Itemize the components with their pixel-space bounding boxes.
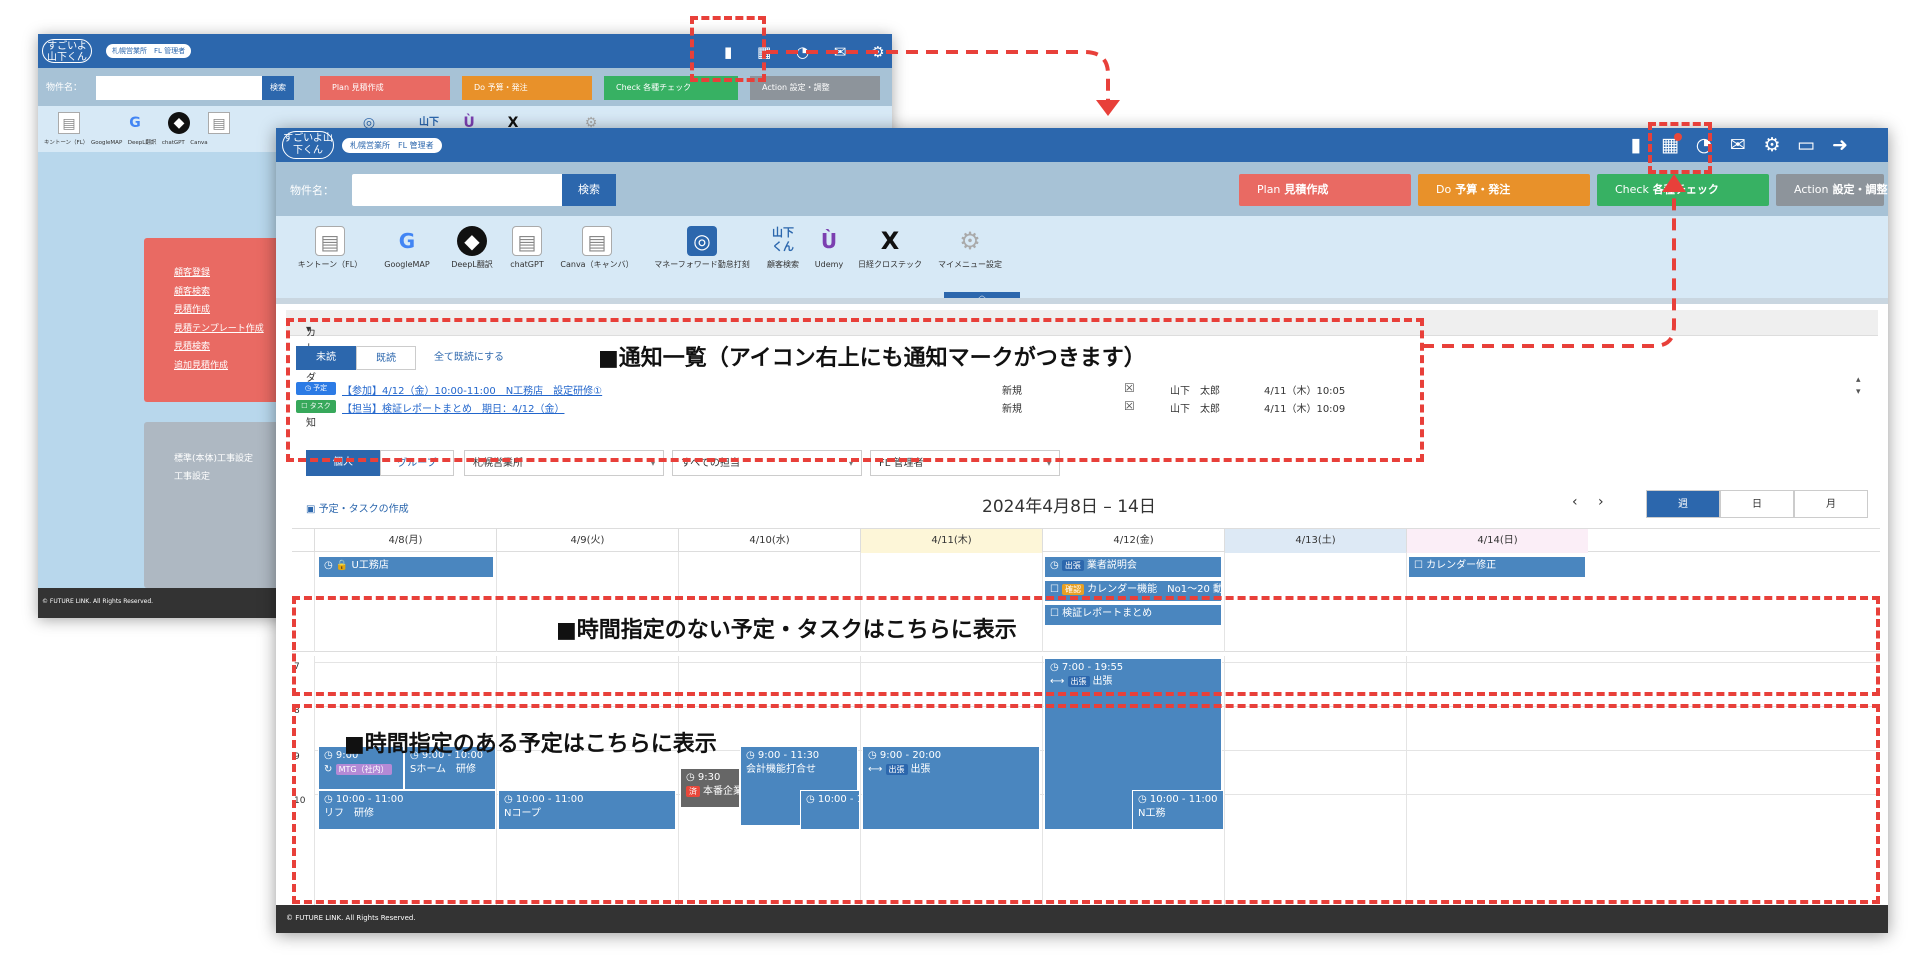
create-event-link[interactable]: ▣ 予定・タスクの作成 (306, 500, 409, 515)
chatgpt-icon: ▤ (512, 226, 542, 256)
tool-xtech[interactable]: X 日経クロステック (852, 226, 928, 270)
app-logo[interactable]: すごいよ山下くん (282, 131, 334, 159)
back-copyright: © FUTURE LINK. All Rights Reserved. (42, 598, 154, 605)
back-search-label: 物件名： (46, 83, 83, 93)
moneyforward-icon: ◎ (687, 226, 717, 256)
date-range-title: 2024年4月8日 – 14日 (982, 497, 1156, 517)
day-header-row: 4/8(月) 4/9(火) 4/10(水) 4/11(木) 4/12(金) 4/… (292, 528, 1880, 553)
all-day-highlight (292, 596, 1880, 696)
day-header[interactable]: 4/12(金) (1042, 529, 1224, 553)
megaphone-icon[interactable]: ✉ (1726, 133, 1750, 157)
day-header[interactable]: 4/9(火) (496, 529, 678, 553)
notification-scrollbar[interactable]: ▴ ▾ (1856, 374, 1861, 398)
tool-label: マネーフォワード勤怠打刻 (654, 260, 750, 269)
calendar-task[interactable]: ☐ カレンダー修正 (1408, 556, 1586, 578)
tool-kintone[interactable]: ▤ キントーン（FL） (290, 226, 370, 270)
back-plan-button[interactable]: Plan 見積作成 (320, 76, 450, 100)
clock-icon: ◷ (1050, 560, 1059, 571)
view-month-button[interactable]: 月 (1794, 490, 1868, 518)
view-week-button[interactable]: 週 (1646, 490, 1720, 518)
search-button[interactable]: 検索 (562, 174, 616, 206)
notice-annotation: ■通知一覧（アイコン右上にも通知マークがつきます） (598, 346, 1146, 371)
tool-label: Canva（キャンバ） (560, 260, 634, 269)
tool-chatgpt[interactable]: ▤ chatGPT (502, 226, 552, 270)
plan-button[interactable]: Plan 見積作成 (1239, 174, 1411, 206)
prev-week-button[interactable]: ‹ (1572, 494, 1578, 510)
xtech-icon: X (880, 227, 900, 255)
task-icon: ☐ (1050, 584, 1059, 595)
action-button[interactable]: Action 設定・調整 (1776, 174, 1887, 206)
tool-moneyforward[interactable]: ◎ マネーフォワード勤怠打刻 (644, 226, 760, 270)
tool-googlemap[interactable]: G GoogleMAP (372, 226, 442, 270)
tool-udemy[interactable]: Ù Udemy (806, 226, 852, 270)
calendar-event[interactable]: ◷ 出張 業者説明会 (1044, 556, 1222, 578)
next-week-button[interactable]: › (1598, 494, 1604, 510)
back-chatgpt-icon[interactable]: ▤ (208, 112, 230, 134)
tool-canva[interactable]: ▤ Canva（キャンバ） (552, 226, 642, 270)
tool-label: chatGPT (510, 260, 544, 269)
tool-label: Udemy (814, 260, 844, 269)
day-header[interactable]: 4/8(月) (314, 529, 496, 553)
back-search-input[interactable] (96, 76, 262, 100)
back-search-button[interactable]: 検索 (262, 76, 294, 100)
back-deepl-icon[interactable]: ◆ (168, 112, 190, 134)
google-icon: G (398, 229, 416, 253)
back-user-badge: 札幌営業所 FL 管理者 (106, 44, 192, 58)
back-app-logo[interactable]: すごいよ山下くん (42, 39, 92, 63)
tool-label: 顧客検索 (767, 260, 799, 269)
arrow-connector-right (1422, 174, 1686, 348)
tool-customer-search[interactable]: 山下 くん 顧客検索 (760, 226, 806, 270)
app-header: すごいよ山下くん 札幌営業所 FL 管理者 ▮ ▦ ◔ ✉ ⚙ ▭ ➜ (276, 128, 1888, 162)
search-label: 物件名： (290, 184, 334, 197)
logout-icon[interactable]: ➜ (1828, 133, 1852, 157)
lock-icon: ◷ 🔒 (324, 560, 349, 571)
calendar-plus-icon: ▣ (306, 504, 316, 515)
tool-label: GoogleMAP (384, 260, 430, 269)
user-badge: 札幌営業所 FL 管理者 (342, 138, 442, 153)
back-google-icon[interactable]: G (124, 112, 146, 134)
kintone-icon: ▤ (315, 226, 345, 256)
customer-search-icon: 山下 くん (772, 226, 794, 253)
copyright: © FUTURE LINK. All Rights Reserved. (286, 914, 416, 922)
deepl-icon: ◆ (457, 226, 487, 256)
back-kintone-icon[interactable]: ▤ (58, 112, 80, 134)
search-input[interactable] (352, 174, 562, 206)
task-icon: ☐ (1414, 560, 1423, 571)
calendar-event[interactable]: ◷ 🔒 U工務店 (318, 556, 494, 578)
tool-label: マイメニュー設定 (938, 260, 1002, 269)
allday-annotation: ■時間指定のない予定・タスクはこちらに表示 (556, 618, 1017, 643)
tool-mymenu[interactable]: ⚙ マイメニュー設定 (928, 226, 1012, 270)
day-header-sunday[interactable]: 4/14(日) (1406, 529, 1588, 553)
document-icon[interactable]: ▮ (1624, 133, 1648, 157)
day-header-today[interactable]: 4/11(木) (860, 529, 1042, 553)
gear-icon: ⚙ (959, 227, 981, 255)
day-header[interactable]: 4/10(水) (678, 529, 860, 553)
back-tool-labels: キントーン（FL） GoogleMAP DeepL翻訳 chatGPT Canv… (44, 140, 208, 146)
canva-icon: ▤ (582, 226, 612, 256)
gear-icon[interactable]: ⚙ (1760, 133, 1784, 157)
back-do-button[interactable]: Do 予算・発注 (462, 76, 592, 100)
folder-icon[interactable]: ▭ (1794, 133, 1818, 157)
front-calendar-highlight (1648, 122, 1712, 174)
tool-deepl[interactable]: ◆ DeepL翻訳 (442, 226, 502, 270)
arrow-connector-top (766, 50, 1120, 116)
back-calendar-highlight (690, 16, 766, 82)
view-day-button[interactable]: 日 (1720, 490, 1794, 518)
app-footer: © FUTURE LINK. All Rights Reserved. (276, 905, 1888, 933)
day-header-saturday[interactable]: 4/13(土) (1224, 529, 1406, 553)
tool-label: DeepL翻訳 (451, 260, 493, 269)
timed-annotation: ■時間指定のある予定はこちらに表示 (344, 732, 717, 757)
tool-label: 日経クロステック (858, 260, 922, 269)
udemy-icon: Ù (820, 229, 838, 253)
tool-label: キントーン（FL） (297, 260, 363, 269)
